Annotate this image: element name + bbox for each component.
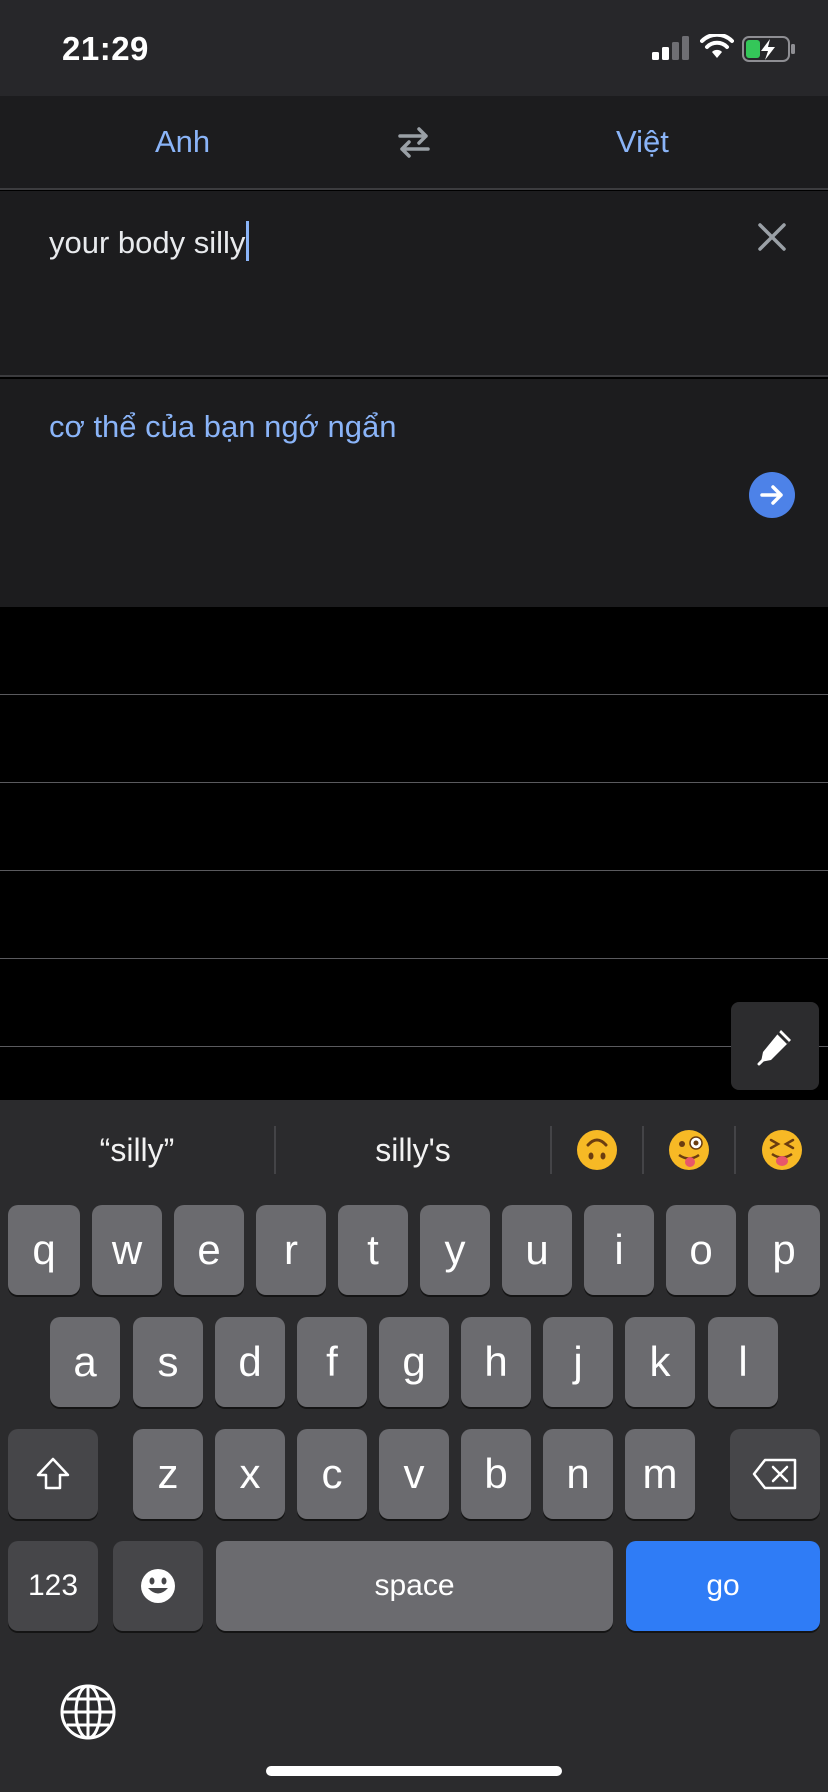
arrow-right-icon <box>760 485 783 505</box>
clear-text-icon[interactable] <box>754 219 790 255</box>
numbers-key[interactable]: 123 <box>8 1541 98 1631</box>
key-n[interactable]: n <box>543 1429 613 1519</box>
suggestion-bar: “silly” silly's <box>0 1100 828 1200</box>
pen-icon <box>757 1030 791 1066</box>
squinting-face-with-tongue-emoji[interactable] <box>736 1124 828 1176</box>
history-row <box>0 783 828 871</box>
key-p[interactable]: p <box>748 1205 820 1295</box>
history-row <box>0 871 828 959</box>
winking-face-with-tongue-icon <box>669 1130 709 1170</box>
key-o[interactable]: o <box>666 1205 736 1295</box>
key-s[interactable]: s <box>133 1317 203 1407</box>
backspace-key[interactable] <box>730 1429 820 1519</box>
key-i[interactable]: i <box>584 1205 654 1295</box>
status-time: 21:29 <box>62 30 149 67</box>
text-caret <box>246 221 250 261</box>
key-m[interactable]: m <box>625 1429 695 1519</box>
key-d[interactable]: d <box>215 1317 285 1407</box>
key-v[interactable]: v <box>379 1429 449 1519</box>
space-key[interactable]: space <box>216 1541 613 1631</box>
target-language-button[interactable]: Việt <box>616 124 669 160</box>
shift-key[interactable] <box>8 1429 98 1519</box>
upside-down-face-emoji[interactable] <box>552 1124 642 1176</box>
swap-languages-icon[interactable] <box>392 120 436 164</box>
translation-result-area: cơ thể của bạn ngớ ngẩn <box>0 379 828 607</box>
source-text-area[interactable]: your body silly <box>0 191 828 377</box>
key-f[interactable]: f <box>297 1317 367 1407</box>
key-y[interactable]: y <box>420 1205 490 1295</box>
history-row <box>0 959 828 1047</box>
globe-icon[interactable] <box>58 1682 118 1742</box>
history-list <box>0 607 828 1100</box>
home-indicator[interactable] <box>266 1766 562 1776</box>
source-text-input[interactable]: your body silly <box>49 221 250 261</box>
key-w[interactable]: w <box>92 1205 162 1295</box>
cellular-signal-icon <box>652 36 689 60</box>
keyboard: “silly” silly's q w e r t y u i o p a s … <box>0 1100 828 1792</box>
battery-charging-icon <box>742 36 795 62</box>
history-row <box>0 695 828 783</box>
key-h[interactable]: h <box>461 1317 531 1407</box>
source-text-value: your body silly <box>49 225 246 260</box>
status-bar: 21:29 <box>0 0 828 96</box>
smiley-icon <box>141 1569 175 1603</box>
shift-icon <box>36 1457 70 1490</box>
key-b[interactable]: b <box>461 1429 531 1519</box>
language-selector-bar: Anh Việt <box>0 96 828 190</box>
emoji-key[interactable] <box>113 1541 203 1631</box>
source-language-button[interactable]: Anh <box>155 124 210 160</box>
key-c[interactable]: c <box>297 1429 367 1519</box>
upside-down-face-icon <box>577 1130 617 1170</box>
open-translation-button[interactable] <box>749 472 795 518</box>
key-g[interactable]: g <box>379 1317 449 1407</box>
key-t[interactable]: t <box>338 1205 408 1295</box>
key-r[interactable]: r <box>256 1205 326 1295</box>
winking-face-with-tongue-emoji[interactable] <box>644 1124 734 1176</box>
key-l[interactable]: l <box>708 1317 778 1407</box>
wifi-icon <box>700 34 734 58</box>
key-e[interactable]: e <box>174 1205 244 1295</box>
suggestion-item[interactable]: “silly” <box>0 1124 274 1176</box>
backspace-icon <box>752 1458 797 1490</box>
key-q[interactable]: q <box>8 1205 80 1295</box>
translation-text: cơ thể của bạn ngớ ngẩn <box>49 409 397 444</box>
key-a[interactable]: a <box>50 1317 120 1407</box>
key-x[interactable]: x <box>215 1429 285 1519</box>
key-u[interactable]: u <box>502 1205 572 1295</box>
key-j[interactable]: j <box>543 1317 613 1407</box>
handwriting-button[interactable] <box>731 1002 819 1090</box>
go-key[interactable]: go <box>626 1541 820 1631</box>
key-z[interactable]: z <box>133 1429 203 1519</box>
history-row <box>0 607 828 695</box>
suggestion-item[interactable]: silly's <box>276 1124 550 1176</box>
squinting-face-with-tongue-icon <box>762 1130 802 1170</box>
key-k[interactable]: k <box>625 1317 695 1407</box>
